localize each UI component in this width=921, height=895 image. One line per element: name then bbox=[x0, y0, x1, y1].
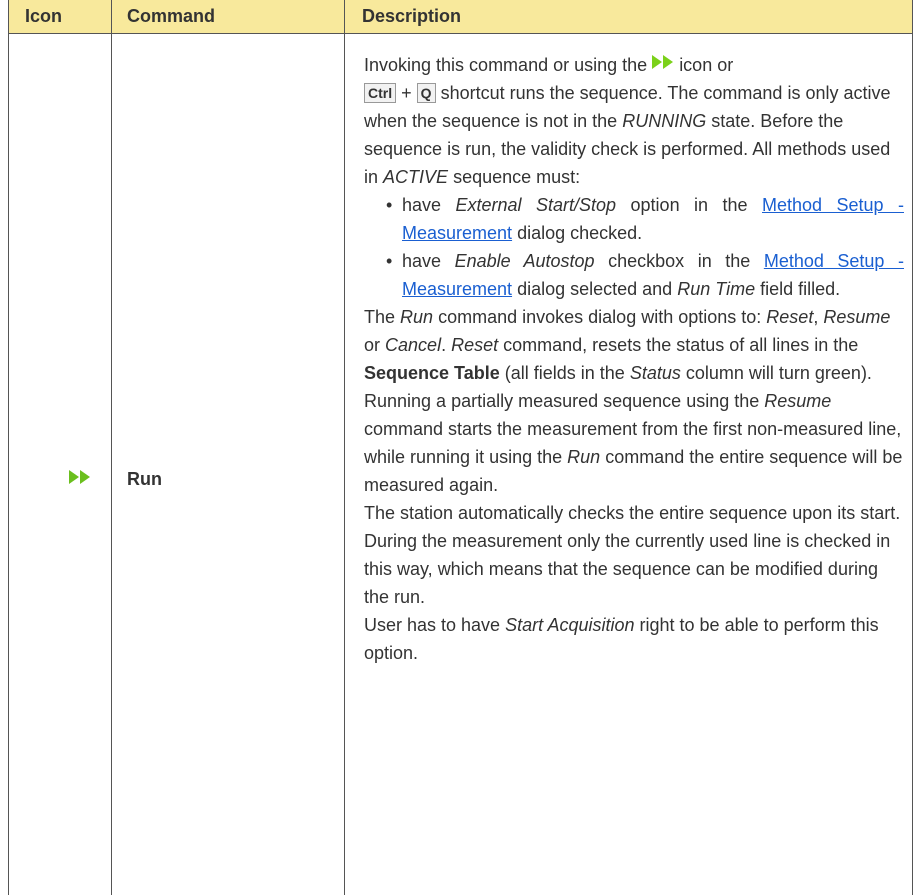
column-divider bbox=[344, 0, 345, 895]
header-icon: Icon bbox=[25, 6, 63, 26]
text: field filled. bbox=[760, 279, 841, 299]
sequence-table-ref: Sequence Table bbox=[364, 363, 500, 383]
state-running: RUNNING bbox=[622, 111, 707, 131]
text: User has to have bbox=[364, 615, 501, 635]
list-item: have External Start/Stop option in the M… bbox=[386, 191, 904, 247]
text: dialog checked. bbox=[517, 223, 643, 243]
description-text: Invoking this command or using the icon … bbox=[364, 51, 904, 667]
text: or bbox=[364, 335, 381, 355]
run-icon bbox=[69, 470, 90, 484]
column-ref: Status bbox=[629, 363, 681, 383]
text: option in the bbox=[630, 195, 748, 215]
run-icon bbox=[652, 55, 674, 69]
paragraph: The Run command invokes dialog with opti… bbox=[364, 303, 904, 387]
paragraph: The station automatically checks the ent… bbox=[364, 503, 901, 607]
option-name: External Start/Stop bbox=[455, 195, 617, 215]
key-q: Q bbox=[416, 83, 436, 103]
icon-cell bbox=[9, 34, 111, 895]
list-item: have Enable Autostop checkbox in the Met… bbox=[386, 247, 904, 303]
text: have bbox=[402, 195, 442, 215]
text: icon or bbox=[679, 55, 734, 75]
command-ref: Resume bbox=[764, 391, 832, 411]
text: have bbox=[402, 251, 442, 271]
text: The bbox=[364, 307, 396, 327]
text: command, resets the status of all lines … bbox=[503, 335, 859, 355]
command-ref: Resume bbox=[823, 307, 891, 327]
command-ref: Run bbox=[567, 447, 601, 467]
state-active: ACTIVE bbox=[383, 167, 449, 187]
option-name: Enable Autostop bbox=[454, 251, 595, 271]
right-name: Start Acquisition bbox=[505, 615, 635, 635]
command-ref: Reset bbox=[766, 307, 814, 327]
text: checkbox in the bbox=[608, 251, 751, 271]
text: dialog selected and bbox=[517, 279, 673, 299]
command-cell: Run bbox=[112, 34, 344, 895]
paragraph: Running a partially measured sequence us… bbox=[364, 387, 904, 499]
text: sequence must: bbox=[453, 167, 581, 187]
key-ctrl: Ctrl bbox=[364, 83, 397, 103]
paragraph: Invoking this command or using the icon … bbox=[364, 51, 904, 191]
field-name: Run Time bbox=[677, 279, 756, 299]
text: . bbox=[441, 335, 447, 355]
header-command: Command bbox=[127, 6, 216, 26]
command-name: Run bbox=[127, 469, 162, 489]
text: command invokes dialog with options to: bbox=[438, 307, 762, 327]
command-ref: Reset bbox=[451, 335, 499, 355]
requirements-list: have External Start/Stop option in the M… bbox=[364, 191, 904, 303]
header-description: Description bbox=[362, 6, 462, 26]
text: column will turn green). bbox=[685, 363, 872, 383]
table-header: Icon Command Description bbox=[9, 0, 912, 34]
text: Invoking this command or using the bbox=[364, 55, 648, 75]
command-table: Icon Command Description Run Invoking th… bbox=[8, 0, 913, 895]
paragraph: User has to have Start Acquisition right… bbox=[364, 611, 904, 667]
text: + bbox=[401, 83, 412, 103]
text: (all fields in the bbox=[504, 363, 625, 383]
command-ref: Cancel bbox=[385, 335, 442, 355]
command-ref: Run bbox=[400, 307, 434, 327]
text: , bbox=[813, 307, 819, 327]
text: Running a partially measured sequence us… bbox=[364, 391, 760, 411]
